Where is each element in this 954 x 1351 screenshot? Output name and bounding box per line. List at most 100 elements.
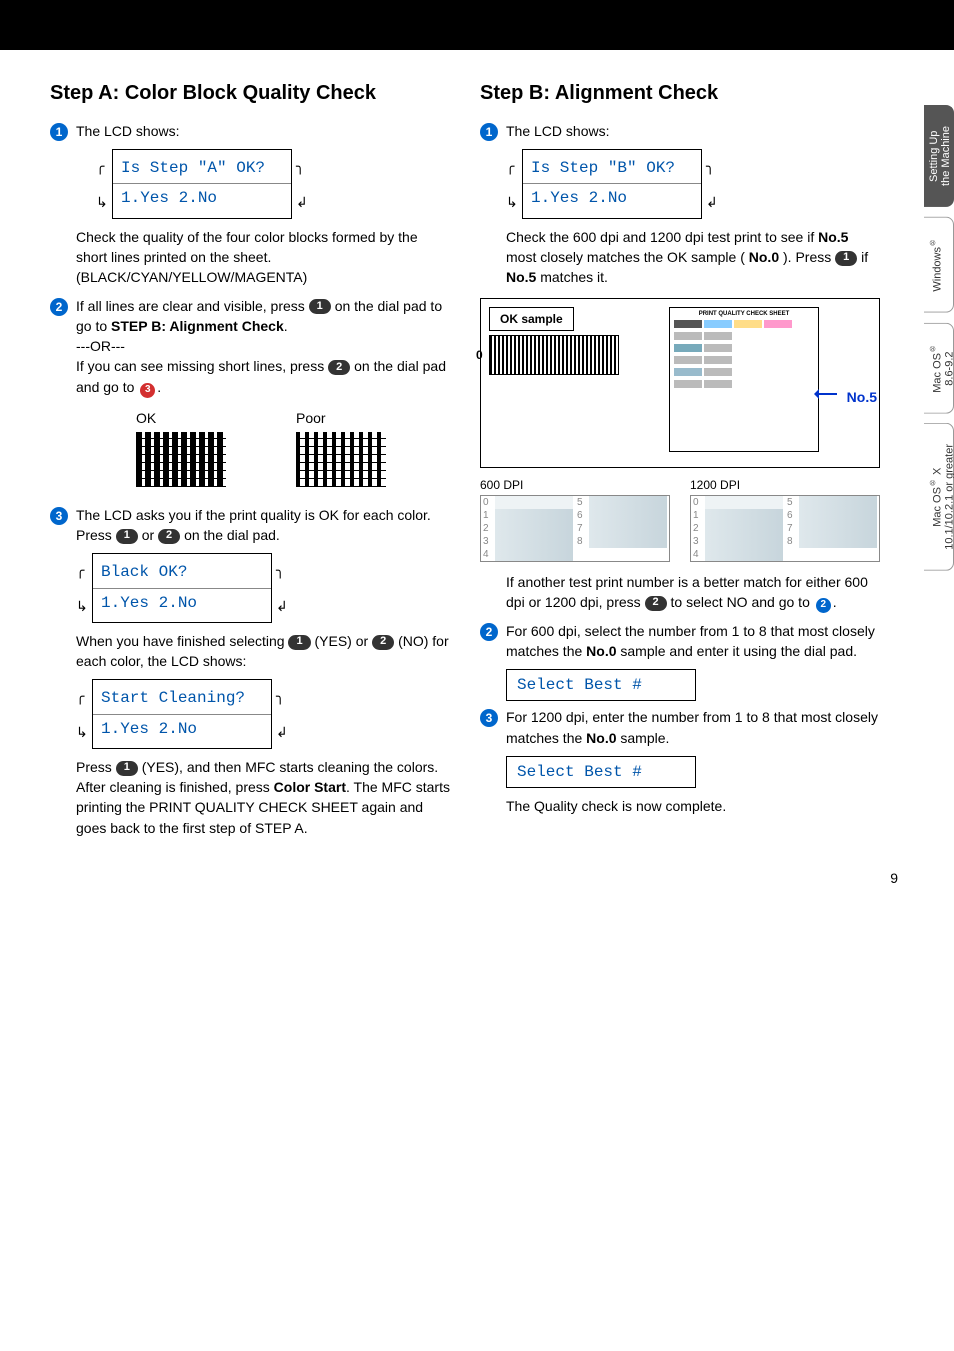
lcd-line: 1.Yes 2.No [523, 183, 701, 213]
tab-macos-x[interactable]: Mac OS® X10.1/10.2.1 or greater [924, 423, 954, 571]
text: most closely matches the OK sample ( [506, 249, 745, 265]
text-bold: STEP B: Alignment Check [111, 318, 284, 334]
step-a-1-desc: Check the quality of the four color bloc… [76, 227, 450, 288]
no5-label: No.5 [847, 389, 877, 405]
text: For 1200 dpi, enter the number from 1 to… [506, 709, 878, 745]
text: (YES) or [314, 633, 372, 649]
step-a-2: 2 If all lines are clear and visible, pr… [50, 296, 450, 497]
ref-bullet-3-icon: 3 [140, 383, 155, 398]
ok-sample-label: OK sample [489, 307, 574, 331]
lcd-select-best-1: Select Best # [506, 669, 696, 701]
or-divider: ---OR--- [76, 336, 450, 356]
text: If you can see missing short lines, pres… [76, 358, 328, 374]
lcd-display-a2: ╭↳ Black OK? 1.Yes 2.No ╮↲ [76, 553, 450, 622]
dialpad-2-key: 2 [158, 529, 180, 544]
text: or [142, 527, 158, 543]
lcd-screen: Is Step "B" OK? 1.Yes 2.No [522, 149, 702, 218]
tab-setting-up[interactable]: Setting Up the Machine [924, 105, 954, 207]
step-b-1: 1 The LCD shows: ╭↳ Is Step "B" OK? 1.Ye… [480, 121, 880, 288]
lcd-display-a1: ╭↳ Is Step "A" OK? 1.Yes 2.No ╮↲ [96, 149, 450, 218]
page-content: Step A: Color Block Quality Check 1 The … [0, 50, 954, 866]
text: . [157, 379, 161, 395]
step-b-2-body: For 600 dpi, select the number from 1 to… [506, 621, 880, 662]
lcd-line: 1.Yes 2.No [93, 714, 271, 744]
step-b-1-note: If another test print number is a better… [506, 572, 880, 613]
lcd-line: Is Step "B" OK? [523, 154, 701, 183]
lcd-cycle-right-icon: ╮↲ [706, 156, 718, 212]
step-a-2-body: If all lines are clear and visible, pres… [76, 296, 450, 497]
text: (YES), and then MFC starts cleaning the … [142, 759, 438, 775]
lcd-line: Start Cleaning? [93, 684, 271, 713]
bullet-2-icon: 2 [50, 298, 68, 316]
lcd-cycle-right-icon: ╮↲ [276, 686, 288, 742]
bullet-1-icon: 1 [50, 123, 68, 141]
step-b-column: Step B: Alignment Check 1 The LCD shows:… [480, 70, 880, 846]
lcd-cycle-right-icon: ╮↲ [276, 560, 288, 616]
lcd-line: Is Step "A" OK? [113, 154, 291, 183]
text: Check the 600 dpi and 1200 dpi test prin… [506, 229, 818, 245]
ok-pattern-image [136, 432, 226, 487]
lcd-line: Black OK? [93, 558, 271, 587]
text: If all lines are clear and visible, pres… [76, 298, 309, 314]
dialpad-1-key: 1 [309, 299, 331, 314]
dialpad-1-key: 1 [288, 635, 310, 650]
text: matches it. [540, 269, 608, 285]
text-bold: Color Start [274, 779, 346, 795]
ok-poor-comparison: OK Poor [136, 408, 450, 487]
tab-windows[interactable]: Windows® [924, 217, 954, 313]
lcd-cycle-left-icon: ╭↳ [76, 560, 90, 616]
text: . [284, 318, 288, 334]
dialpad-2-key: 2 [645, 596, 667, 611]
step-a-1-body: The LCD shows: ╭↳ Is Step "A" OK? 1.Yes … [76, 121, 450, 288]
lcd-cycle-left-icon: ╭↳ [96, 156, 110, 212]
lcd-intro-text: The LCD shows: [506, 121, 880, 141]
text: on the dial pad. [184, 527, 280, 543]
dpi-1200-column: 1200 DPI 051627384 [690, 478, 880, 562]
dpi-600-column: 600 DPI 051627384 [480, 478, 670, 562]
step-a-title: Step A: Color Block Quality Check [50, 80, 450, 106]
text-bold: No.0 [586, 643, 616, 659]
step-a-1: 1 The LCD shows: ╭↳ Is Step "A" OK? 1.Ye… [50, 121, 450, 288]
lcd-cycle-left-icon: ╭↳ [76, 686, 90, 742]
lcd-screen: Start Cleaning? 1.Yes 2.No [92, 679, 272, 748]
step-b-title: Step B: Alignment Check [480, 80, 880, 106]
step-b-1-body: The LCD shows: ╭↳ Is Step "B" OK? 1.Yes … [506, 121, 880, 288]
page-number: 9 [890, 870, 898, 886]
sheet-title: PRINT QUALITY CHECK SHEET [673, 311, 815, 317]
text: . [833, 594, 837, 610]
text: if [861, 249, 868, 265]
dialpad-2-key: 2 [328, 360, 350, 375]
dpi-600-grid: 051627384 [480, 495, 670, 562]
ref-bullet-2-icon: 2 [816, 598, 831, 613]
tab-macos-classic[interactable]: Mac OS®8.6-9.2 [924, 323, 954, 414]
dialpad-2-key: 2 [372, 635, 394, 650]
poor-column: Poor [296, 408, 386, 487]
text-bold: No.5 [506, 269, 536, 285]
poor-label: Poor [296, 408, 386, 428]
lcd-line: 1.Yes 2.No [93, 588, 271, 618]
dpi-1200-label: 1200 DPI [690, 478, 880, 492]
text: sample and enter it using the dial pad. [620, 643, 857, 659]
dpi-600-label: 600 DPI [480, 478, 670, 492]
step-b-2: 2 For 600 dpi, select the number from 1 … [480, 621, 880, 662]
text: ). Press [783, 249, 835, 265]
bullet-1-icon: 1 [480, 123, 498, 141]
text: to select NO and go to [671, 594, 814, 610]
bullet-2-icon: 2 [480, 623, 498, 641]
dpi-1200-grid: 051627384 [690, 495, 880, 562]
ok-sample-image [489, 335, 619, 375]
quality-sheet-thumbnail: PRINT QUALITY CHECK SHEET [669, 307, 819, 452]
step-b-3-body: For 1200 dpi, enter the number from 1 to… [506, 707, 880, 748]
lcd-cycle-right-icon: ╮↲ [296, 156, 308, 212]
lcd-display-a3: ╭↳ Start Cleaning? 1.Yes 2.No ╮↲ [76, 679, 450, 748]
text: After cleaning is finished, press [76, 779, 274, 795]
poor-pattern-image [296, 432, 386, 487]
header-black-bar [0, 0, 954, 50]
step-b-3: 3 For 1200 dpi, enter the number from 1 … [480, 707, 880, 748]
lcd-cycle-left-icon: ╭↳ [506, 156, 520, 212]
bullet-3-icon: 3 [50, 507, 68, 525]
lcd-intro-text: The LCD shows: [76, 121, 450, 141]
dialpad-1-key: 1 [116, 529, 138, 544]
text-bold: No.5 [818, 229, 848, 245]
text-bold: No.0 [749, 249, 779, 265]
